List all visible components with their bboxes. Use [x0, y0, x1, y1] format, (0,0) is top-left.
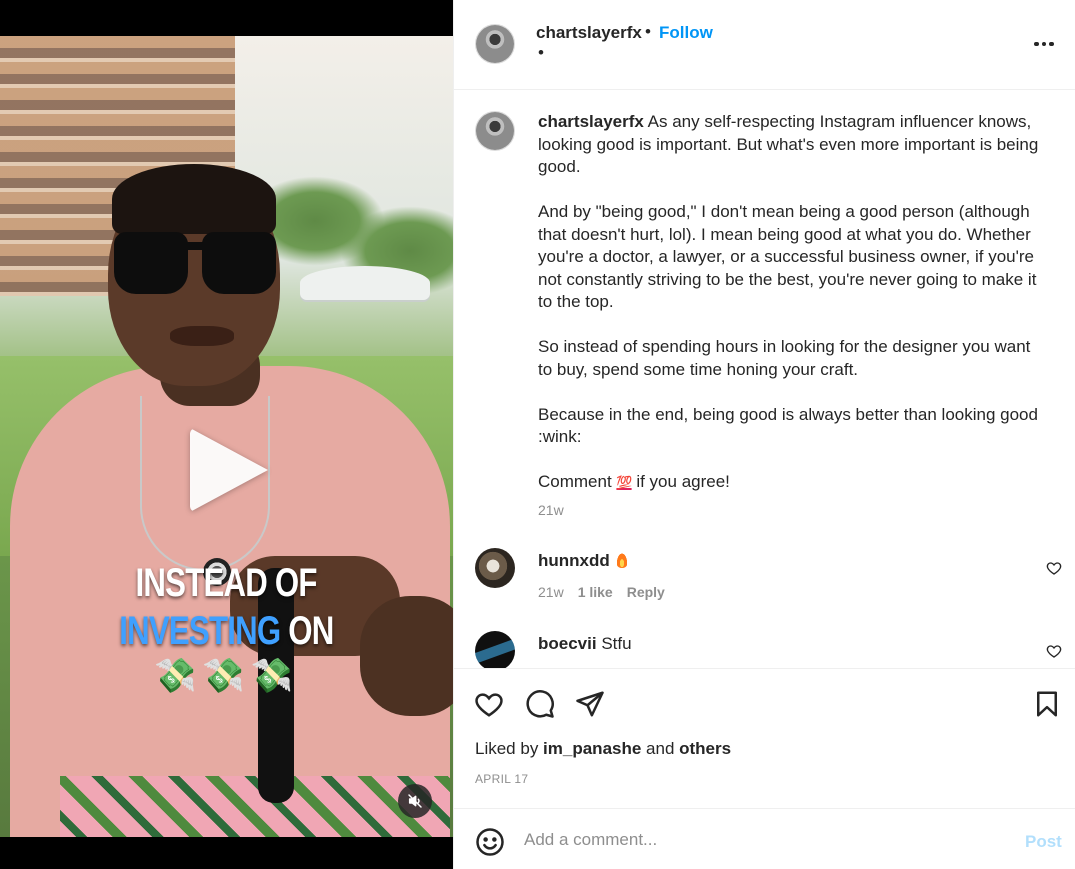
- author-username[interactable]: chartslayerfx: [536, 23, 642, 43]
- heart-icon[interactable]: [474, 689, 504, 719]
- more-options-icon[interactable]: [1031, 34, 1057, 54]
- person-shorts: [60, 776, 450, 837]
- commenter-username[interactable]: boecvii: [538, 634, 597, 653]
- video-player[interactable]: INSTEAD OF INVESTING ON 💸💸💸: [0, 36, 453, 837]
- play-icon[interactable]: [190, 428, 268, 512]
- comment-text: Stfu: [596, 634, 632, 653]
- overlay-line-2-highlight: INVESTING: [119, 609, 281, 653]
- overlay-line-2: ON: [280, 609, 334, 653]
- commenter-avatar[interactable]: [475, 548, 515, 588]
- post-media[interactable]: INSTEAD OF INVESTING ON 💸💸💸: [0, 0, 453, 869]
- add-comment-bar: Post: [454, 808, 1075, 869]
- person-sunglasses: [114, 232, 276, 296]
- person-hair: [112, 164, 276, 234]
- reply-button[interactable]: Reply: [627, 584, 665, 600]
- post-header: chartslayerfx • Follow •: [454, 0, 1075, 90]
- caption-cta: Comment 💯 if you agree!: [538, 472, 730, 491]
- audio-muted-icon[interactable]: [398, 784, 432, 818]
- header-separator: •: [645, 22, 651, 41]
- person-mouth: [170, 326, 234, 346]
- commenter-username[interactable]: hunnxdd: [538, 551, 610, 570]
- caption-paragraph: So instead of spending hours in looking …: [538, 337, 1031, 379]
- commenter-avatar[interactable]: [475, 631, 515, 668]
- comment-heart-icon[interactable]: [1046, 643, 1062, 659]
- liked-by-user[interactable]: im_panashe: [543, 739, 641, 758]
- overlay-money-emojis: 💸💸💸: [153, 657, 299, 695]
- comment-icon[interactable]: [525, 689, 555, 719]
- caption-paragraph: Because in the end, being good is always…: [538, 404, 1038, 447]
- liked-by-others[interactable]: others: [679, 739, 731, 758]
- caption-author-avatar[interactable]: [475, 111, 515, 151]
- follow-button[interactable]: Follow: [659, 23, 713, 43]
- comment-like-count[interactable]: 1 like: [578, 584, 613, 600]
- emoji-smiley-icon[interactable]: [475, 827, 505, 857]
- share-icon[interactable]: [575, 689, 605, 719]
- header-subline: •: [538, 43, 544, 62]
- background-umbrella: [300, 266, 430, 300]
- comments-section[interactable]: chartslayerfx As any self-respecting Ins…: [454, 91, 1075, 668]
- post-caption: chartslayerfx As any self-respecting Ins…: [538, 111, 1048, 495]
- hundred-points-emoji: 💯: [616, 475, 632, 490]
- author-avatar[interactable]: [475, 24, 515, 64]
- post-details-panel: chartslayerfx • Follow • chartslayerfx A…: [453, 0, 1075, 869]
- caption-timestamp[interactable]: 21w: [538, 502, 564, 518]
- comment-input[interactable]: [524, 825, 1004, 855]
- fire-emoji: [615, 552, 628, 568]
- overlay-line-1: INSTEAD OF: [135, 561, 318, 605]
- post-actions: Liked by im_panashe and others APRIL 17: [454, 668, 1075, 808]
- post-comment-button[interactable]: Post: [1025, 832, 1062, 852]
- comment-heart-icon[interactable]: [1046, 560, 1062, 576]
- post-date[interactable]: APRIL 17: [475, 772, 528, 786]
- bookmark-icon[interactable]: [1032, 689, 1062, 719]
- liked-by: Liked by im_panashe and others: [475, 739, 732, 758]
- caption-paragraph: And by "being good," I don't mean being …: [538, 202, 1037, 311]
- comment-timestamp[interactable]: 21w: [538, 584, 564, 600]
- caption-username[interactable]: chartslayerfx: [538, 112, 644, 131]
